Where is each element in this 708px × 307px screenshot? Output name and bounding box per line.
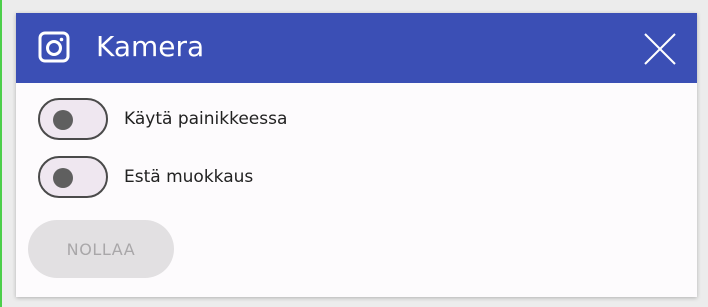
camera-icon — [38, 31, 70, 63]
reset-button[interactable]: NOLLAA — [28, 220, 174, 278]
close-icon[interactable] — [642, 31, 678, 67]
use-in-button-toggle[interactable] — [38, 98, 108, 140]
prevent-editing-label: Estä muokkaus — [124, 167, 254, 187]
window-edge — [0, 0, 2, 307]
use-in-button-label: Käytä painikkeessa — [124, 109, 288, 129]
dialog-header: Kamera — [16, 13, 697, 83]
dialog-title: Kamera — [96, 30, 205, 63]
toggle-knob — [53, 168, 73, 188]
camera-dialog: Kamera Käytä painikkeessa Estä muokkaus … — [16, 13, 697, 297]
prevent-editing-toggle[interactable] — [38, 156, 108, 198]
toggle-knob — [53, 110, 73, 130]
